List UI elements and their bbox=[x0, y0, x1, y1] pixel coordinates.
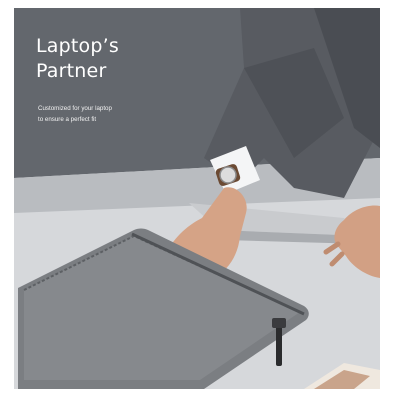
zipper-pull bbox=[276, 326, 282, 366]
headline-line-2: Partner bbox=[36, 60, 107, 82]
zipper-slider bbox=[272, 318, 286, 328]
banner-tagline: Customized for your laptop to ensure a p… bbox=[38, 103, 112, 125]
banner-headline: Laptop’s Partner bbox=[36, 34, 119, 84]
headline-line-1: Laptop’s bbox=[36, 35, 119, 57]
tagline-line-1: Customized for your laptop bbox=[38, 105, 112, 112]
product-banner: Laptop’s Partner Customized for your lap… bbox=[0, 0, 393, 397]
tagline-line-2: to ensure a perfect fit bbox=[38, 116, 97, 123]
product-photo: Laptop’s Partner Customized for your lap… bbox=[14, 8, 380, 389]
watch-face bbox=[219, 166, 237, 184]
